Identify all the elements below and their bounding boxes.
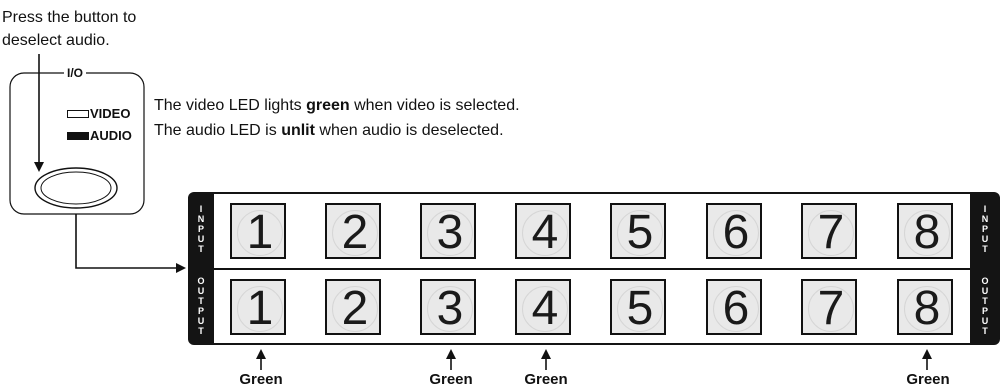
input-label-right-letter: P [981,224,988,234]
output-button-5[interactable]: 5 [610,279,666,335]
input-button-number: 7 [817,206,845,259]
green-label-output-3: Green [429,371,473,388]
video-note: The video LED lights green when video is… [154,97,520,115]
audio-note-tail: when audio is deselected. [314,122,504,139]
input-label-right: INPUT [977,204,993,254]
output-button-number: 3 [436,282,464,335]
output-label-right-letter: O [981,276,989,286]
output-button-number: 2 [341,282,369,335]
input-label-left-letter: I [199,204,203,214]
green-label-output-1: Green [239,371,283,388]
input-button-number: 5 [626,206,654,259]
video-note-text: The video LED lights [154,97,307,114]
input-button-number: 3 [436,206,464,259]
green-label-output-8: Green [906,371,950,388]
output-button-2[interactable]: 2 [325,279,381,335]
output-label-right-letter: T [982,296,988,306]
output-label-left-letter: U [197,286,205,296]
io-title: I/O [64,66,87,80]
input-button-7[interactable]: 7 [801,203,857,259]
video-led-label: VIDEO [90,106,131,121]
video-led [67,110,89,118]
output-label-right-letter: T [982,326,988,336]
output-button-6[interactable]: 6 [706,279,762,335]
output-label-right: OUTPUT [977,276,993,336]
input-button-number: 6 [722,206,750,259]
output-label-right-letter: P [981,306,988,316]
input-label-right-letter: N [981,214,989,224]
audio-note-bold: unlit [281,122,315,139]
input-label-left-letter: N [197,214,205,224]
input-label-left-letter: P [197,224,204,234]
audio-note: The audio LED is unlit when audio is des… [154,122,504,140]
output-label-left: OUTPUT [193,276,209,336]
input-label-right-letter: U [981,234,989,244]
output-button-8[interactable]: 8 [897,279,953,335]
input-button-number: 2 [341,206,369,259]
input-label-left-letter: U [197,234,205,244]
output-button-number: 8 [913,282,941,335]
output-button-3[interactable]: 3 [420,279,476,335]
input-label-right-letter: I [983,204,987,214]
io-button-inner [40,171,112,205]
input-button-1[interactable]: 1 [230,203,286,259]
green-arrows [256,349,932,370]
output-label-left-letter: U [197,316,205,326]
output-label-right-letter: U [981,286,989,296]
audio-led-label: AUDIO [90,128,132,143]
output-button-number: 6 [722,282,750,335]
output-button-1[interactable]: 1 [230,279,286,335]
output-label-right-letter: U [981,316,989,326]
video-note-bold: green [306,97,350,114]
connector-arrow [75,214,186,273]
output-button-7[interactable]: 7 [801,279,857,335]
output-button-number: 4 [531,282,559,335]
audio-note-text: The audio LED is [154,122,282,139]
audio-led [67,132,89,140]
input-button-8[interactable]: 8 [897,203,953,259]
green-label-output-4: Green [524,371,568,388]
input-button-number: 1 [246,206,274,259]
output-label-left-letter: T [198,326,204,336]
output-button-4[interactable]: 4 [515,279,571,335]
input-button-2[interactable]: 2 [325,203,381,259]
input-button-number: 4 [531,206,559,259]
output-button-number: 5 [626,282,654,335]
video-note-tail: when video is selected. [349,97,520,114]
output-label-left-letter: T [198,296,204,306]
input-label-right-letter: T [982,244,988,254]
input-button-number: 8 [913,206,941,259]
input-button-6[interactable]: 6 [706,203,762,259]
output-label-left-letter: O [197,276,205,286]
input-button-5[interactable]: 5 [610,203,666,259]
input-label-left: INPUT [193,204,209,254]
output-button-number: 7 [817,282,845,335]
output-label-left-letter: P [197,306,204,316]
input-label-left-letter: T [198,244,204,254]
output-button-number: 1 [246,282,274,335]
input-button-4[interactable]: 4 [515,203,571,259]
input-button-3[interactable]: 3 [420,203,476,259]
